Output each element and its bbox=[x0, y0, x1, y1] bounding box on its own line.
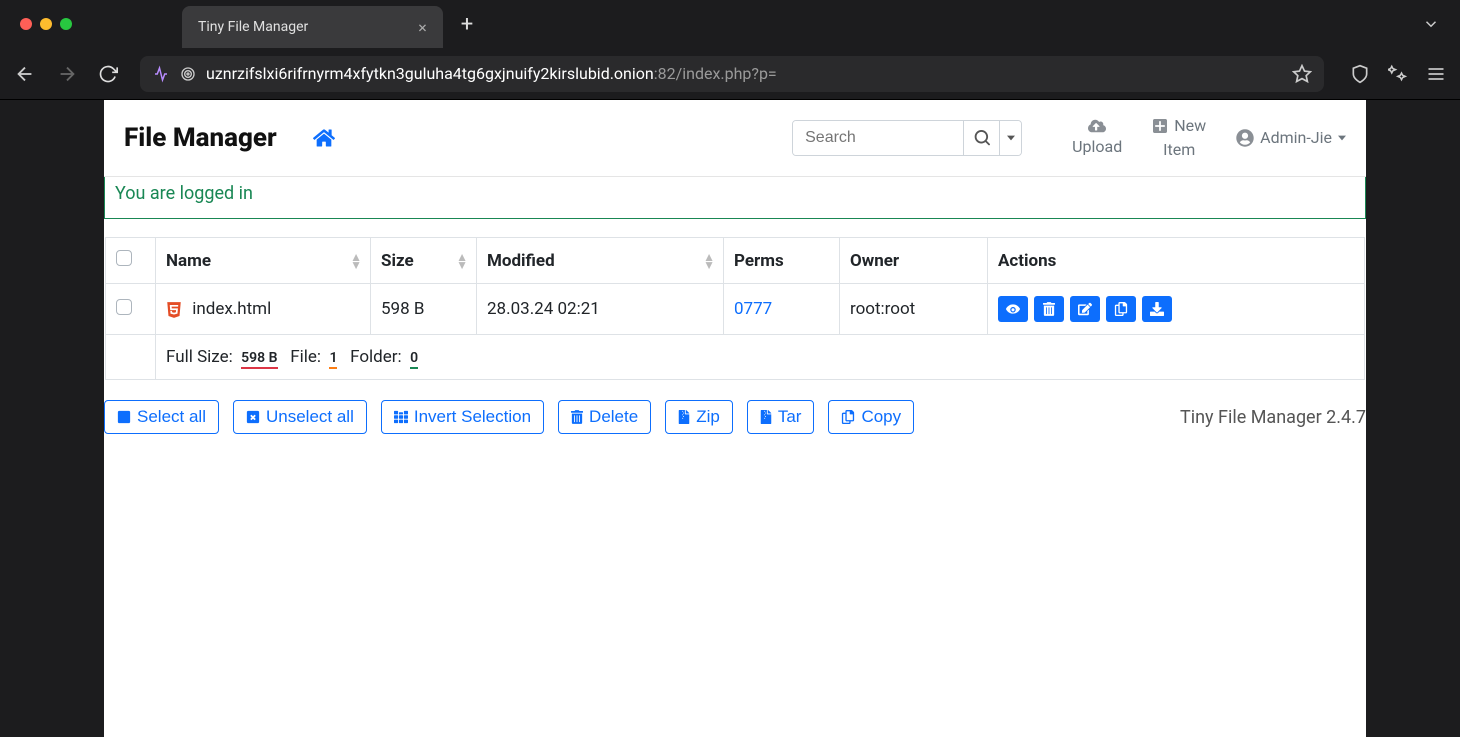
unselect-all-label: Unselect all bbox=[266, 407, 354, 427]
close-tab-icon[interactable]: × bbox=[418, 18, 427, 37]
alert-message: You are logged in bbox=[115, 183, 253, 204]
invert-label: Invert Selection bbox=[414, 407, 531, 427]
view-button[interactable] bbox=[998, 296, 1028, 322]
new-item-link[interactable]: New Item bbox=[1152, 114, 1206, 162]
col-actions: Actions bbox=[998, 251, 1056, 271]
search-dropdown-toggle[interactable] bbox=[999, 121, 1021, 155]
home-icon[interactable] bbox=[313, 127, 335, 149]
table-row: index.html 598 B 28.03.24 02:21 0777 roo… bbox=[106, 284, 1365, 335]
browser-tab[interactable]: Tiny File Manager × bbox=[182, 6, 443, 48]
file-table: Name ▲▼ Size ▲▼ Modified ▲▼ Perms Owner Act… bbox=[105, 237, 1365, 380]
plus-square-icon bbox=[1152, 118, 1168, 134]
row-checkbox[interactable] bbox=[116, 299, 132, 315]
delete-label: Delete bbox=[589, 407, 638, 427]
delete-selected-button[interactable]: Delete bbox=[558, 400, 651, 434]
upload-label: Upload bbox=[1072, 135, 1122, 159]
file-modified: 28.03.24 02:21 bbox=[477, 284, 724, 335]
download-button[interactable] bbox=[1142, 296, 1172, 322]
col-perms: Perms bbox=[734, 251, 784, 271]
select-all-checkbox[interactable] bbox=[116, 250, 132, 266]
summary-full-size-label: Full Size: bbox=[166, 347, 233, 367]
col-name[interactable]: Name bbox=[166, 251, 211, 271]
reload-button[interactable] bbox=[98, 64, 122, 84]
summary-full-size-value: 598 B bbox=[241, 350, 277, 369]
url-bar: uznrzifslxi6rifrnyrm4xfytkn3guluha4tg6gx… bbox=[0, 48, 1460, 100]
url-host: uznrzifslxi6rifrnyrm4xfytkn3guluha4tg6gx… bbox=[206, 64, 654, 83]
tar-button[interactable]: Tar bbox=[747, 400, 815, 434]
tor-circuit-icon[interactable] bbox=[152, 65, 170, 83]
file-perms[interactable]: 0777 bbox=[734, 299, 772, 319]
upload-link[interactable]: Upload bbox=[1072, 117, 1122, 159]
summary-file-value: 1 bbox=[329, 350, 337, 369]
file-owner: root:root bbox=[840, 284, 988, 335]
summary-file-label: File: bbox=[290, 347, 321, 367]
new-tab-button[interactable]: + bbox=[461, 12, 473, 37]
sort-icon[interactable]: ▲▼ bbox=[703, 253, 715, 269]
new-item-label-2: Item bbox=[1163, 138, 1195, 162]
bulk-actions: Select all Unselect all Invert Selection… bbox=[104, 380, 1366, 434]
summary-folder-label: Folder: bbox=[350, 347, 402, 367]
zip-button[interactable]: Zip bbox=[665, 400, 733, 434]
address-bar[interactable]: uznrzifslxi6rifrnyrm4xfytkn3guluha4tg6gx… bbox=[140, 56, 1324, 92]
user-name: Admin-Jie bbox=[1260, 126, 1332, 150]
col-modified[interactable]: Modified bbox=[487, 251, 555, 271]
zip-label: Zip bbox=[696, 407, 720, 427]
sort-icon[interactable]: ▲▼ bbox=[456, 253, 468, 269]
copy-selected-button[interactable]: Copy bbox=[828, 400, 914, 434]
tab-title: Tiny File Manager bbox=[198, 19, 308, 35]
menu-icon[interactable] bbox=[1426, 64, 1446, 84]
delete-button[interactable] bbox=[1034, 296, 1064, 322]
shield-icon[interactable] bbox=[1350, 64, 1370, 84]
sparkle-icon[interactable] bbox=[1388, 64, 1408, 84]
maximize-window-button[interactable] bbox=[60, 18, 72, 30]
close-window-button[interactable] bbox=[20, 18, 32, 30]
caret-down-icon bbox=[1338, 134, 1346, 142]
onion-lock-icon[interactable] bbox=[180, 66, 196, 82]
user-circle-icon bbox=[1236, 129, 1254, 147]
sort-icon[interactable]: ▲▼ bbox=[350, 253, 362, 269]
file-size: 598 B bbox=[371, 284, 477, 335]
row-actions bbox=[998, 296, 1354, 322]
search-button[interactable] bbox=[963, 121, 999, 155]
url-path: :82/index.php?p= bbox=[654, 64, 777, 83]
html-file-icon bbox=[166, 301, 182, 319]
copy-label: Copy bbox=[861, 407, 901, 427]
edit-button[interactable] bbox=[1070, 296, 1100, 322]
brand-title[interactable]: File Manager bbox=[124, 123, 277, 153]
window-chrome: Tiny File Manager × + bbox=[0, 0, 1460, 48]
forward-button[interactable] bbox=[56, 63, 80, 85]
tab-bar: Tiny File Manager × + bbox=[182, 0, 473, 48]
search-group bbox=[792, 120, 1022, 156]
file-name[interactable]: index.html bbox=[192, 299, 271, 319]
select-all-button[interactable]: Select all bbox=[104, 400, 219, 434]
bookmark-icon[interactable] bbox=[1292, 64, 1312, 84]
select-all-label: Select all bbox=[137, 407, 206, 427]
top-navbar: File Manager Upload New bbox=[104, 100, 1366, 177]
tabs-dropdown-icon[interactable] bbox=[1422, 15, 1440, 33]
col-size[interactable]: Size bbox=[381, 251, 414, 271]
login-alert: You are logged in bbox=[104, 177, 1366, 219]
cloud-upload-icon bbox=[1088, 117, 1106, 135]
traffic-lights bbox=[20, 18, 72, 30]
new-item-label-1: New bbox=[1174, 114, 1206, 138]
summary-folder-value: 0 bbox=[410, 350, 418, 369]
toolbar-icons bbox=[1350, 64, 1446, 84]
minimize-window-button[interactable] bbox=[40, 18, 52, 30]
copy-button[interactable] bbox=[1106, 296, 1136, 322]
tar-label: Tar bbox=[778, 407, 802, 427]
page-content: File Manager Upload New bbox=[104, 100, 1366, 737]
search-input[interactable] bbox=[793, 121, 963, 155]
col-owner: Owner bbox=[850, 251, 899, 271]
footer-version[interactable]: Tiny File Manager 2.4.7 bbox=[1180, 407, 1366, 428]
summary-row: Full Size: 598 B File: 1 Folder: 0 bbox=[106, 335, 1365, 380]
user-menu[interactable]: Admin-Jie bbox=[1236, 126, 1346, 150]
unselect-all-button[interactable]: Unselect all bbox=[233, 400, 367, 434]
back-button[interactable] bbox=[14, 63, 38, 85]
invert-selection-button[interactable]: Invert Selection bbox=[381, 400, 544, 434]
